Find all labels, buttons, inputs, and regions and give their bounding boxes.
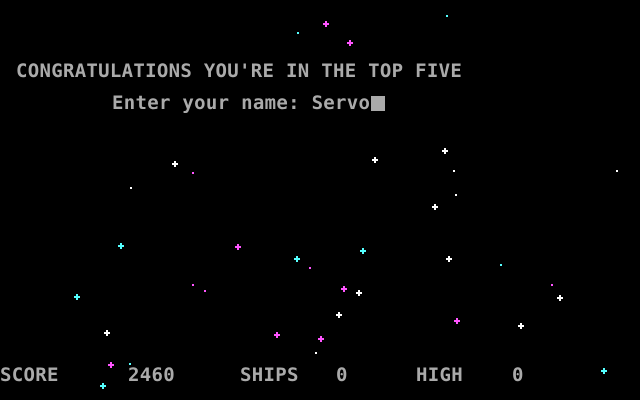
- star: [294, 256, 300, 262]
- star: [309, 267, 311, 269]
- star: [500, 264, 502, 266]
- star: [341, 286, 347, 292]
- star: [336, 312, 342, 318]
- score-label: SCORE: [0, 364, 59, 386]
- star: [323, 21, 329, 27]
- name-prompt-label: Enter your name:: [112, 92, 312, 114]
- star: [518, 323, 524, 329]
- top-five-headline: CONGRATULATIONS YOU'RE IN THE TOP FIVE: [16, 60, 463, 82]
- star: [130, 187, 132, 189]
- high-score-label: HIGH: [416, 364, 463, 386]
- star: [347, 40, 353, 46]
- star: [432, 204, 438, 210]
- status-bar: SCORE 2460 SHIPS 0 HIGH 0: [0, 365, 640, 385]
- star: [453, 170, 455, 172]
- star: [204, 290, 206, 292]
- name-entry-line[interactable]: Enter your name: Servo: [112, 92, 386, 114]
- star: [454, 318, 460, 324]
- star: [442, 148, 448, 154]
- star: [372, 157, 378, 163]
- ships-label: SHIPS: [240, 364, 299, 386]
- star: [315, 352, 317, 354]
- star: [356, 290, 362, 296]
- game-screen: CONGRATULATIONS YOU'RE IN THE TOP FIVE E…: [0, 0, 640, 400]
- star: [192, 172, 194, 174]
- star: [192, 284, 194, 286]
- star: [455, 194, 457, 196]
- star: [74, 294, 80, 300]
- star: [551, 284, 553, 286]
- star: [318, 336, 324, 342]
- star: [104, 330, 110, 336]
- star: [446, 256, 452, 262]
- star: [172, 161, 178, 167]
- star: [235, 244, 241, 250]
- score-value: 2460: [128, 364, 175, 386]
- star: [360, 248, 366, 254]
- star: [118, 243, 124, 249]
- name-input[interactable]: Servo: [312, 92, 371, 114]
- star: [446, 15, 448, 17]
- text-cursor: [371, 96, 386, 111]
- star: [616, 170, 618, 172]
- star: [297, 32, 299, 34]
- star: [557, 295, 563, 301]
- high-score-value: 0: [512, 364, 524, 386]
- star: [274, 332, 280, 338]
- ships-value: 0: [336, 364, 348, 386]
